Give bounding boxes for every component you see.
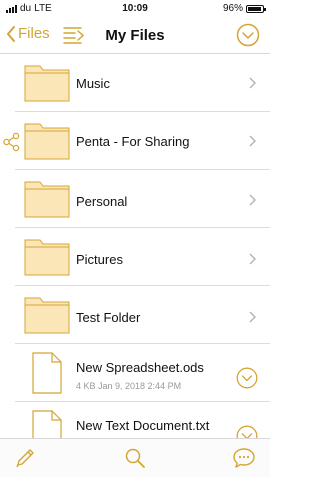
- status-bar: du LTE 10:09 96%: [0, 0, 270, 18]
- chevron-right-icon: [249, 194, 256, 206]
- item-name: New Text Document.txt: [76, 418, 210, 433]
- item-meta: 4 KB Jan 9, 2018 2:44 PM: [76, 381, 182, 391]
- item-name: Test Folder: [76, 310, 141, 325]
- battery-icon: [246, 4, 266, 13]
- chevron-right-icon: [249, 253, 256, 265]
- folder-icon: [24, 297, 70, 334]
- more-options-button[interactable]: [236, 23, 260, 52]
- item-name: Music: [76, 76, 110, 91]
- list-item-test-folder[interactable]: Test Folder: [0, 286, 270, 344]
- list-item-new-spreadsheet[interactable]: New Spreadsheet.ods 4 KB Jan 9, 2018 2:4…: [0, 344, 270, 402]
- edit-button[interactable]: [14, 447, 36, 474]
- item-name: Penta - For Sharing: [76, 134, 190, 149]
- page-title: My Files: [105, 27, 165, 44]
- search-button[interactable]: [124, 447, 146, 474]
- folder-icon: [24, 123, 70, 160]
- pencil-icon: [16, 449, 34, 468]
- file-list: Music Penta - For Sharing Personal Pictu…: [0, 54, 270, 438]
- list-item-personal[interactable]: Personal: [0, 170, 270, 228]
- navigation-bar: Files My Files: [0, 18, 270, 54]
- document-icon: [32, 410, 62, 438]
- chevron-down-circle-icon: [236, 23, 260, 47]
- folder-icon: [24, 181, 70, 218]
- battery-percent: 96%: [222, 3, 243, 14]
- list-item-new-text-document[interactable]: New Text Document.txt: [0, 402, 270, 438]
- document-icon: [32, 352, 62, 394]
- chevron-right-icon: [249, 77, 256, 89]
- chevron-down-circle-icon[interactable]: [236, 425, 258, 438]
- list-item-music[interactable]: Music: [0, 54, 270, 112]
- item-name: Personal: [76, 194, 128, 209]
- item-name: New Spreadsheet.ods: [76, 360, 204, 375]
- chat-bubble-icon: [233, 448, 255, 468]
- folder-icon: [24, 239, 70, 276]
- bottom-toolbar: [0, 438, 270, 477]
- list-item-penta-for-sharing[interactable]: Penta - For Sharing: [0, 112, 270, 170]
- item-name: Pictures: [76, 252, 123, 267]
- chevron-right-icon: [249, 311, 256, 323]
- status-right: 96%: [222, 3, 266, 14]
- chat-button[interactable]: [232, 447, 256, 474]
- list-item-pictures[interactable]: Pictures: [0, 228, 270, 286]
- folder-icon: [24, 65, 70, 102]
- chevron-down-circle-icon[interactable]: [236, 367, 258, 389]
- search-icon: [125, 448, 145, 468]
- chevron-right-icon: [249, 135, 256, 147]
- share-icon: [3, 132, 20, 152]
